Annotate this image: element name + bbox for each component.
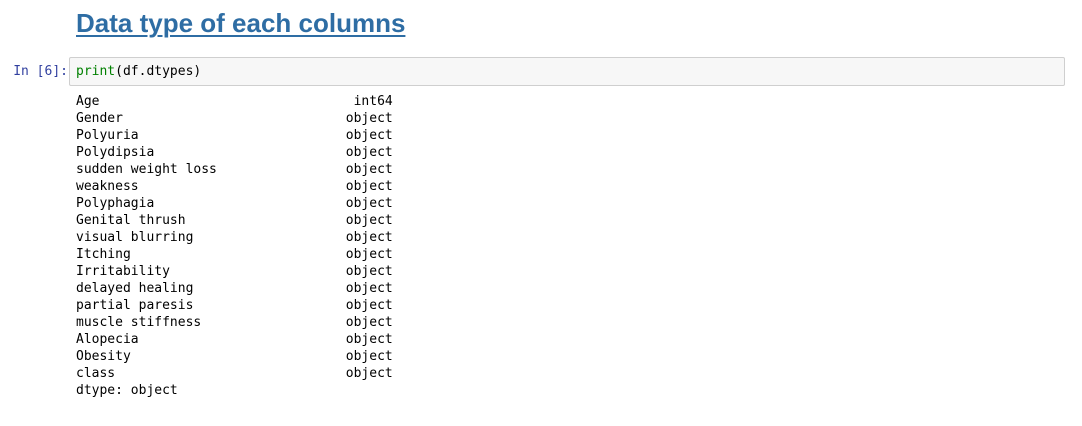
output-row: Obesity object — [76, 348, 393, 365]
column-dtype: object — [345, 281, 393, 296]
code-cell-input[interactable]: print(df.dtypes) — [69, 57, 1065, 86]
output-row: muscle stiffness object — [76, 314, 393, 331]
column-name: Polyuria — [76, 128, 139, 143]
column-name: Irritability — [76, 264, 170, 279]
column-dtype: object — [345, 315, 393, 330]
column-dtype: object — [345, 230, 393, 245]
column-dtype: object — [345, 349, 393, 364]
column-name: delayed healing — [76, 281, 194, 296]
column-name: muscle stiffness — [76, 315, 202, 330]
column-name: class — [76, 366, 116, 381]
output-row: Irritability object — [76, 263, 393, 280]
column-name: Polydipsia — [76, 145, 155, 160]
column-dtype: object — [345, 111, 393, 126]
column-name: Genital thrush — [76, 213, 186, 228]
output-row: class object — [76, 365, 393, 382]
column-dtype: object — [345, 213, 393, 228]
output-row: Genital thrush object — [76, 212, 393, 229]
column-name: Gender — [76, 111, 123, 126]
column-dtype: object — [345, 298, 393, 313]
output-row: partial paresis object — [76, 297, 393, 314]
column-dtype: object — [345, 247, 393, 262]
column-name: Polyphagia — [76, 196, 155, 211]
output-row: sudden weight loss object — [76, 161, 393, 178]
code-argument: df.dtypes — [122, 64, 194, 79]
column-name: visual blurring — [76, 230, 194, 245]
column-name: sudden weight loss — [76, 162, 217, 177]
code-function: print — [76, 64, 116, 79]
markdown-heading: Data type of each columns — [76, 8, 406, 38]
output-row: visual blurring object — [76, 229, 393, 246]
output-row: Itching object — [76, 246, 393, 263]
column-name: Alopecia — [76, 332, 139, 347]
column-dtype: object — [345, 332, 393, 347]
column-dtype: object — [345, 264, 393, 279]
output-row: delayed healing object — [76, 280, 393, 297]
column-name: Itching — [76, 247, 131, 262]
column-dtype: object — [345, 128, 393, 143]
output-row: Polyuria object — [76, 127, 393, 144]
column-dtype: object — [345, 162, 393, 177]
output-row: weakness object — [76, 178, 393, 195]
output-row: Age int64 — [76, 93, 393, 110]
code-paren-open: ( — [115, 64, 123, 79]
column-dtype: int64 — [353, 94, 393, 109]
input-prompt: In [6]: — [13, 64, 68, 79]
output-row: Gender object — [76, 110, 393, 127]
output-row: Alopecia object — [76, 331, 393, 348]
column-name: partial paresis — [76, 298, 194, 313]
dtype-footer: dtype: object — [76, 383, 178, 398]
column-name: Obesity — [76, 349, 131, 364]
output-row: Polyphagia object — [76, 195, 393, 212]
code-paren-close: ) — [193, 64, 202, 79]
code-line: print(df.dtypes) — [76, 63, 201, 80]
column-dtype: object — [345, 196, 393, 211]
column-name: Age — [76, 94, 100, 109]
column-name: weakness — [76, 179, 139, 194]
column-dtype: object — [345, 145, 393, 160]
output-row: Polydipsia object — [76, 144, 393, 161]
cell-output: Age int64 Gender object Polyuria object Pol… — [76, 93, 393, 399]
column-dtype: object — [345, 179, 393, 194]
column-dtype: object — [345, 366, 393, 381]
